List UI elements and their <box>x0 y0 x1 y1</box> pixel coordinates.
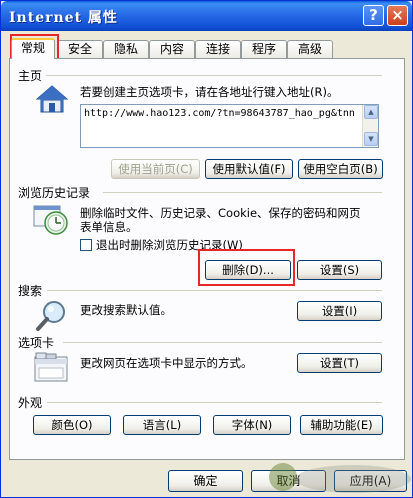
colors-button[interactable]: 颜色(O) <box>33 415 111 435</box>
tabs-settings-button[interactable]: 设置(T) <box>297 353 382 373</box>
languages-button[interactable]: 语言(L) <box>123 415 201 435</box>
search-description: 更改搜索默认值。 <box>80 303 172 317</box>
use-current-button[interactable]: 使用当前页(C) <box>111 159 200 179</box>
tabs-description: 更改网页在选项卡中显示的方式。 <box>80 356 253 370</box>
history-description-line1: 删除临时文件、历史记录、Cookie、保存的密码和网页 <box>80 206 361 220</box>
delete-history-on-exit-checkbox[interactable] <box>80 239 92 251</box>
homepage-url-field[interactable]: http://www.hao123.com/?tn=98643787_hao_p… <box>80 104 379 148</box>
tabs-section-label: 选项卡 <box>18 336 55 350</box>
use-blank-button[interactable]: 使用空白页(B) <box>298 159 383 179</box>
ok-button[interactable]: 确定 <box>168 470 243 492</box>
accessibility-button[interactable]: 辅助功能(E) <box>300 415 383 435</box>
homepage-url-value: http://www.hao123.com/?tn=98643787_hao_p… <box>84 108 354 119</box>
divider <box>103 192 382 193</box>
scroll-down-icon[interactable]: ▼ <box>364 132 378 146</box>
tab-connections[interactable]: 连接 <box>195 40 241 58</box>
window-title: Internet 属性 <box>9 10 118 26</box>
divider <box>63 342 382 343</box>
internet-options-dialog: Internet 属性 ? × 常规 安全 隐私 内容 连接 程序 高级 主页 … <box>0 0 413 498</box>
title-bar[interactable]: Internet 属性 ? × <box>1 1 412 31</box>
use-default-button[interactable]: 使用默认值(F) <box>205 159 293 179</box>
homepage-url-scrollbar[interactable]: ▲ ▼ <box>362 105 378 147</box>
tabbed-window-icon <box>34 352 68 382</box>
magnifier-icon <box>36 301 65 331</box>
search-section-label: 搜索 <box>18 284 43 298</box>
tab-privacy[interactable]: 隐私 <box>103 40 149 58</box>
history-clock-icon <box>33 205 68 235</box>
tab-general[interactable]: 常规 <box>11 38 55 59</box>
fonts-button[interactable]: 字体(N) <box>213 415 291 435</box>
history-section-label: 浏览历史记录 <box>18 186 91 200</box>
history-settings-button[interactable]: 设置(S) <box>297 260 382 280</box>
divider <box>47 402 382 403</box>
close-button[interactable]: × <box>387 5 408 26</box>
help-button[interactable]: ? <box>363 5 384 26</box>
homepage-section-label: 主页 <box>18 69 43 83</box>
history-description-line2: 表单信息。 <box>80 220 138 234</box>
search-settings-button[interactable]: 设置(I) <box>297 301 382 321</box>
house-icon <box>35 85 69 113</box>
tab-programs[interactable]: 程序 <box>241 40 287 58</box>
delete-history-button[interactable]: 删除(D)... <box>205 260 291 280</box>
delete-history-on-exit-label[interactable]: 退出时删除浏览历史记录(W) <box>96 238 243 252</box>
scroll-up-icon[interactable]: ▲ <box>364 105 378 119</box>
homepage-description: 若要创建主页选项卡，请在各地址行键入地址(R)。 <box>80 85 339 99</box>
tab-security[interactable]: 安全 <box>57 40 103 58</box>
tab-content[interactable]: 内容 <box>149 40 195 58</box>
appearance-section-label: 外观 <box>18 396 43 410</box>
divider <box>46 75 382 76</box>
divider <box>47 290 382 291</box>
watermark-logo-icon <box>269 463 411 493</box>
tab-advanced[interactable]: 高级 <box>287 40 333 58</box>
